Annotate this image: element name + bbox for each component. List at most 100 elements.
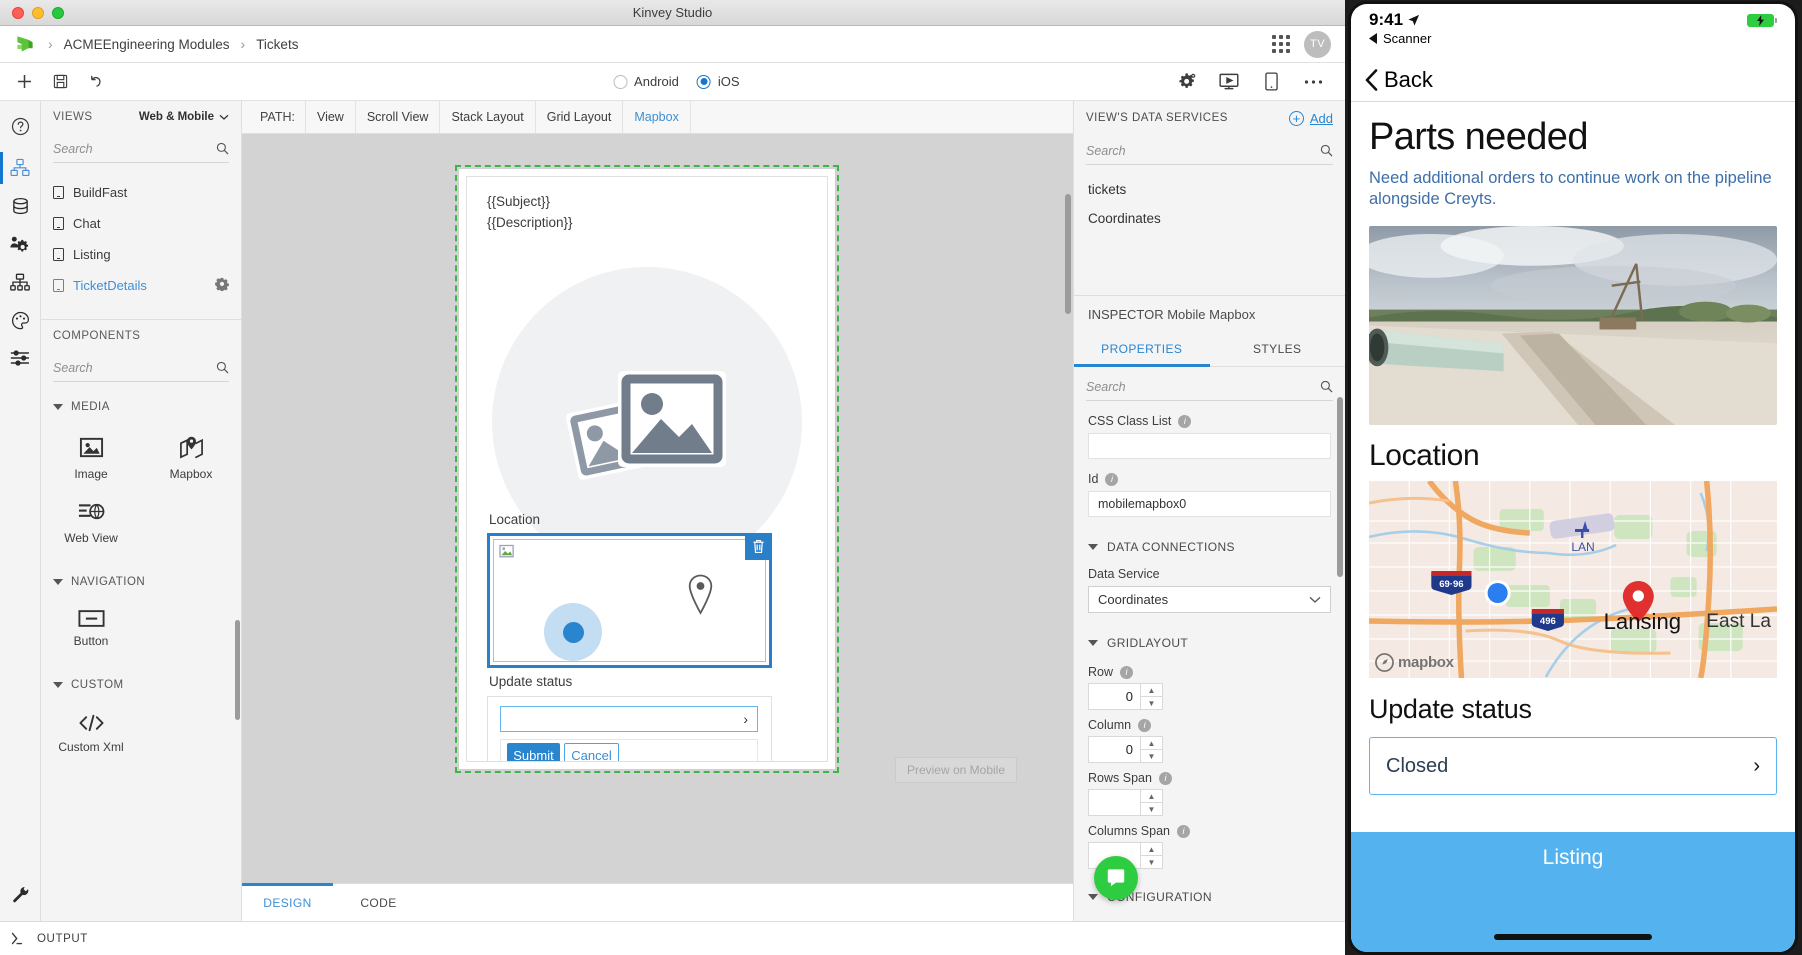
delete-component-button[interactable] <box>745 533 772 560</box>
inspector-body[interactable]: CSS Class List i Id i mobilemapbox0 DATA… <box>1074 367 1345 921</box>
mobile-back-button[interactable]: Back <box>1365 67 1433 93</box>
row-stepper[interactable]: 0 ▲▼ <box>1088 683 1331 710</box>
path-segment-view[interactable]: View <box>305 101 355 134</box>
info-icon[interactable]: i <box>1120 666 1133 679</box>
data-service-select[interactable]: Coordinates <box>1088 586 1331 613</box>
platform-option-android[interactable]: Android <box>613 74 679 89</box>
component-group-custom[interactable]: CUSTOM <box>41 670 241 700</box>
breadcrumb-item-module[interactable]: ACMEEngineering Modules <box>64 37 230 52</box>
rows-span-spinner[interactable]: ▲▼ <box>1141 789 1163 816</box>
save-button[interactable] <box>42 67 78 97</box>
info-icon[interactable]: i <box>1105 473 1118 486</box>
components-search-input[interactable] <box>53 361 216 375</box>
view-item-chat[interactable]: Chat <box>41 208 241 239</box>
ios-radio[interactable] <box>697 75 711 89</box>
columns-span-spinner[interactable]: ▲▼ <box>1141 842 1163 869</box>
component-custom-xml[interactable]: Custom Xml <box>41 704 141 766</box>
row-decrement[interactable]: ▼ <box>1141 696 1163 710</box>
canvas-phone-frame[interactable]: {{Subject}} {{Description}} <box>458 168 836 770</box>
data-services-search-input[interactable] <box>1086 144 1320 158</box>
row-spinner[interactable]: ▲▼ <box>1141 683 1163 710</box>
mobile-status-select[interactable]: Closed › <box>1369 737 1777 795</box>
avatar[interactable]: TV <box>1304 31 1331 58</box>
info-icon[interactable]: i <box>1159 772 1172 785</box>
columns-span-decrement[interactable]: ▼ <box>1141 855 1163 869</box>
tab-styles[interactable]: STYLES <box>1210 332 1346 366</box>
column-stepper[interactable]: 0 ▲▼ <box>1088 736 1331 763</box>
output-bar[interactable]: OUTPUT <box>0 921 1345 955</box>
info-icon[interactable]: i <box>1138 719 1151 732</box>
rail-item-data[interactable] <box>0 187 41 225</box>
add-data-service-button[interactable]: + Add <box>1289 111 1333 126</box>
undo-button[interactable] <box>78 67 114 97</box>
tab-code[interactable]: CODE <box>333 884 424 922</box>
preview-on-mobile-button[interactable]: Preview on Mobile <box>895 757 1017 783</box>
components-scrollbar[interactable] <box>235 620 240 720</box>
rows-span-stepper[interactable]: ▲▼ <box>1088 789 1331 816</box>
path-segment-stack-layout[interactable]: Stack Layout <box>439 101 534 134</box>
view-settings-gear-icon[interactable] <box>215 277 229 294</box>
component-button[interactable]: Button <box>41 601 141 660</box>
canvas-submit-button[interactable]: Submit <box>507 743 560 762</box>
rail-item-help[interactable] <box>0 107 41 145</box>
preview-monitor-icon[interactable] <box>1211 67 1247 97</box>
info-icon[interactable]: i <box>1177 825 1190 838</box>
data-service-item-tickets[interactable]: tickets <box>1074 175 1345 204</box>
group-gridlayout[interactable]: GRIDLAYOUT <box>1074 629 1345 657</box>
canvas-mapbox-selected[interactable] <box>487 533 772 668</box>
device-preview-icon[interactable] <box>1253 67 1289 97</box>
android-radio[interactable] <box>613 75 627 89</box>
inspector-search[interactable] <box>1086 373 1333 401</box>
path-segment-scroll-view[interactable]: Scroll View <box>355 101 440 134</box>
rows-span-decrement[interactable]: ▼ <box>1141 802 1163 816</box>
views-search-input[interactable] <box>53 142 216 156</box>
tab-design[interactable]: DESIGN <box>242 884 333 922</box>
inspector-search-input[interactable] <box>1086 380 1320 394</box>
mobile-listing-button[interactable]: Listing <box>1351 832 1795 952</box>
add-button[interactable] <box>6 67 42 97</box>
column-decrement[interactable]: ▼ <box>1141 749 1163 763</box>
components-search[interactable] <box>53 354 229 382</box>
id-input[interactable]: mobilemapbox0 <box>1088 491 1331 517</box>
rows-span-value[interactable] <box>1088 789 1141 816</box>
component-web-view[interactable]: Web View <box>41 493 141 557</box>
platform-option-ios[interactable]: iOS <box>697 74 740 89</box>
rail-item-tools[interactable] <box>0 875 41 913</box>
mapbox-attribution[interactable]: mapbox <box>1375 653 1454 672</box>
rail-item-theme[interactable] <box>0 301 41 339</box>
mobile-map[interactable]: LAN 69·96 496 <box>1369 481 1777 678</box>
settings-gear-icon[interactable] <box>1169 67 1205 97</box>
columns-span-increment[interactable]: ▲ <box>1141 842 1163 855</box>
css-class-list-input[interactable] <box>1088 433 1331 459</box>
rail-item-settings-sliders[interactable] <box>0 339 41 377</box>
rail-item-views[interactable] <box>0 149 41 187</box>
path-segment-grid-layout[interactable]: Grid Layout <box>535 101 623 134</box>
column-spinner[interactable]: ▲▼ <box>1141 736 1163 763</box>
views-search[interactable] <box>53 135 229 163</box>
component-group-navigation[interactable]: NAVIGATION <box>41 567 241 597</box>
view-item-listing[interactable]: Listing <box>41 239 241 270</box>
data-service-item-coordinates[interactable]: Coordinates <box>1074 204 1345 233</box>
inspector-scrollbar[interactable] <box>1337 397 1343 577</box>
group-data-connections[interactable]: DATA CONNECTIONS <box>1074 533 1345 561</box>
rows-span-increment[interactable]: ▲ <box>1141 789 1163 802</box>
intercom-chat-button[interactable] <box>1094 856 1138 900</box>
breadcrumb-item-tickets[interactable]: Tickets <box>256 37 298 52</box>
data-services-search[interactable] <box>1086 137 1333 165</box>
status-bar-back-row[interactable]: Scanner <box>1369 31 1777 46</box>
design-canvas[interactable]: {{Subject}} {{Description}} <box>242 134 1073 883</box>
path-segment-mapbox[interactable]: Mapbox <box>622 101 690 134</box>
column-increment[interactable]: ▲ <box>1141 736 1163 749</box>
view-item-ticketdetails[interactable]: TicketDetails <box>41 270 241 301</box>
view-item-buildfast[interactable]: BuildFast <box>41 177 241 208</box>
rail-item-services[interactable] <box>0 225 41 263</box>
component-image[interactable]: Image <box>41 426 141 493</box>
canvas-scrollbar[interactable] <box>1065 194 1071 314</box>
views-scope-dropdown[interactable]: Web & Mobile <box>139 111 229 123</box>
more-options-icon[interactable] <box>1295 67 1331 97</box>
info-icon[interactable]: i <box>1178 415 1191 428</box>
component-group-media[interactable]: MEDIA <box>41 392 241 422</box>
row-increment[interactable]: ▲ <box>1141 683 1163 696</box>
rail-item-hierarchy[interactable] <box>0 263 41 301</box>
canvas-cancel-button[interactable]: Cancel <box>564 743 619 762</box>
